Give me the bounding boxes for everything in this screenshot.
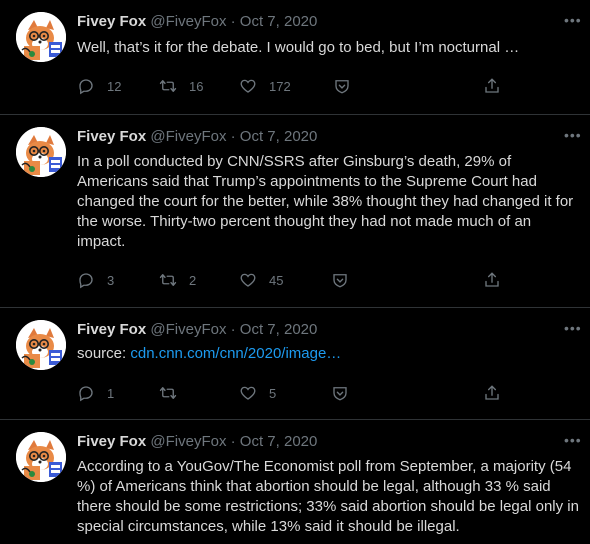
share-icon bbox=[483, 271, 501, 289]
author-name[interactable]: Fivey Fox bbox=[77, 321, 146, 338]
tweet-date[interactable]: Oct 7, 2020 bbox=[240, 13, 318, 30]
author-name[interactable]: Fivey Fox bbox=[77, 433, 146, 450]
retweet-icon bbox=[159, 271, 177, 289]
like-count: 172 bbox=[269, 78, 291, 94]
tweet-text: According to a YouGov/The Economist poll… bbox=[77, 458, 579, 535]
author-handle[interactable]: @FiveyFox bbox=[150, 13, 226, 30]
tweet[interactable]: Fivey Fox @FiveyFox · Oct 7, 2020 ••• Ac… bbox=[0, 420, 590, 544]
reply-count: 3 bbox=[107, 272, 115, 288]
tweet-date[interactable]: Oct 7, 2020 bbox=[240, 433, 318, 450]
like-count: 5 bbox=[269, 385, 277, 401]
tweet-date[interactable]: Oct 7, 2020 bbox=[240, 321, 318, 338]
tweet[interactable]: Fivey Fox @FiveyFox · Oct 7, 2020 ••• so… bbox=[0, 308, 590, 420]
source-prefix: source: bbox=[77, 345, 131, 362]
retweet-count: 16 bbox=[189, 78, 204, 94]
reply-icon bbox=[77, 271, 95, 289]
shield-icon bbox=[331, 271, 349, 289]
reply-button[interactable]: 1 bbox=[77, 383, 114, 403]
share-button[interactable] bbox=[483, 270, 501, 290]
avatar[interactable] bbox=[16, 127, 66, 177]
separator: · bbox=[230, 321, 236, 338]
reply-count: 1 bbox=[107, 385, 115, 401]
fox-avatar-icon bbox=[16, 12, 66, 62]
reply-icon bbox=[77, 384, 95, 402]
like-button[interactable]: 172 bbox=[239, 76, 291, 96]
avatar[interactable] bbox=[16, 12, 66, 62]
save-button[interactable] bbox=[333, 76, 351, 96]
retweet-count: 2 bbox=[189, 272, 197, 288]
fox-avatar-icon bbox=[16, 127, 66, 177]
separator: · bbox=[230, 128, 236, 145]
tweet-text: In a poll conducted by CNN/SSRS after Gi… bbox=[77, 153, 574, 250]
tweet-actions: 1 5 bbox=[77, 383, 507, 403]
more-icon[interactable]: ••• bbox=[564, 321, 581, 342]
reply-button[interactable]: 12 bbox=[77, 76, 121, 96]
more-icon[interactable]: ••• bbox=[564, 433, 581, 454]
reply-button[interactable]: 3 bbox=[77, 270, 114, 290]
tweet-actions: 3 2 45 bbox=[77, 270, 507, 290]
retweet-button[interactable]: 16 bbox=[159, 76, 203, 96]
author-handle[interactable]: @FiveyFox bbox=[150, 321, 226, 338]
retweet-button[interactable] bbox=[159, 383, 189, 403]
heart-icon bbox=[239, 271, 257, 289]
avatar[interactable] bbox=[16, 432, 66, 482]
shield-icon bbox=[333, 77, 351, 95]
retweet-button[interactable]: 2 bbox=[159, 270, 196, 290]
more-icon[interactable]: ••• bbox=[564, 13, 581, 34]
share-icon bbox=[483, 384, 501, 402]
retweet-icon bbox=[159, 77, 177, 95]
reply-count: 12 bbox=[107, 78, 122, 94]
author-handle[interactable]: @FiveyFox bbox=[150, 433, 226, 450]
author-handle[interactable]: @FiveyFox bbox=[150, 128, 226, 145]
reply-icon bbox=[77, 77, 95, 95]
separator: · bbox=[230, 13, 236, 30]
tweet-header: Fivey Fox @FiveyFox · Oct 7, 2020 bbox=[77, 320, 317, 340]
tweet-feed: Fivey Fox @FiveyFox · Oct 7, 2020 ••• We… bbox=[0, 0, 590, 544]
tweet-header: Fivey Fox @FiveyFox · Oct 7, 2020 bbox=[77, 127, 317, 147]
tweet-header: Fivey Fox @FiveyFox · Oct 7, 2020 bbox=[77, 432, 317, 452]
tweet-header: Fivey Fox @FiveyFox · Oct 7, 2020 bbox=[77, 12, 317, 32]
like-button[interactable]: 45 bbox=[239, 270, 283, 290]
save-button[interactable] bbox=[331, 383, 349, 403]
like-count: 45 bbox=[269, 272, 284, 288]
fox-avatar-icon bbox=[16, 432, 66, 482]
tweet-text: source: cdn.cnn.com/cnn/2020/image… bbox=[77, 344, 582, 364]
avatar[interactable] bbox=[16, 320, 66, 370]
shield-icon bbox=[331, 384, 349, 402]
more-icon[interactable]: ••• bbox=[564, 128, 581, 149]
fox-avatar-icon bbox=[16, 320, 66, 370]
like-button[interactable]: 5 bbox=[239, 383, 276, 403]
save-button[interactable] bbox=[331, 270, 349, 290]
separator: · bbox=[230, 433, 236, 450]
author-name[interactable]: Fivey Fox bbox=[77, 128, 146, 145]
tweet-text: Well, that’s it for the debate. I would … bbox=[77, 39, 520, 56]
share-button[interactable] bbox=[483, 383, 501, 403]
tweet[interactable]: Fivey Fox @FiveyFox · Oct 7, 2020 ••• We… bbox=[0, 0, 590, 115]
tweet-date[interactable]: Oct 7, 2020 bbox=[240, 128, 318, 145]
share-icon bbox=[483, 77, 501, 95]
heart-icon bbox=[239, 384, 257, 402]
tweet[interactable]: Fivey Fox @FiveyFox · Oct 7, 2020 ••• In… bbox=[0, 115, 590, 308]
author-name[interactable]: Fivey Fox bbox=[77, 13, 146, 30]
retweet-icon bbox=[159, 384, 177, 402]
tweet-actions: 12 16 172 bbox=[77, 76, 507, 96]
source-link[interactable]: cdn.cnn.com/cnn/2020/image… bbox=[130, 345, 341, 362]
share-button[interactable] bbox=[483, 76, 501, 96]
heart-icon bbox=[239, 77, 257, 95]
